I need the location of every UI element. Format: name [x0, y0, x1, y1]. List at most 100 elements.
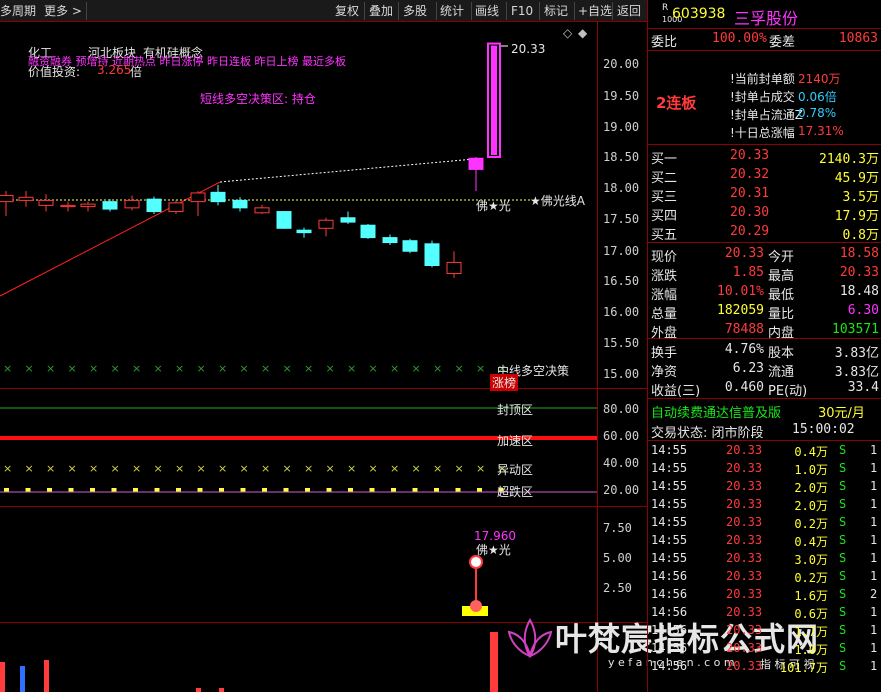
tick-price: 20.33 [726, 497, 763, 511]
candle-body [254, 207, 270, 214]
seal-row: !封单占流通Z 0.78% [648, 105, 881, 123]
oversold-dot [47, 488, 52, 492]
stock-name: 三孚股份 [734, 9, 799, 28]
toolbar-divider [506, 2, 507, 20]
axis-tick: 7.50 [603, 521, 632, 535]
candle [18, 191, 34, 207]
stat-label: 涨跌 [651, 269, 678, 284]
axis-tick: 16.00 [603, 305, 640, 319]
multi-stock-button[interactable]: 多股 [403, 2, 427, 20]
oversold-dot [283, 488, 289, 492]
tick-time: 14:56 [651, 605, 688, 619]
tick-time: 14:55 [651, 515, 688, 529]
tick-volume: 1.0万 [794, 463, 828, 477]
toolbar-divider [612, 2, 613, 20]
tick-time: 14:55 [651, 497, 688, 511]
fo-marker-label: 佛★光 [476, 199, 511, 213]
cross-marker: × [326, 362, 335, 375]
candle [38, 194, 54, 212]
tick-side: S [839, 659, 847, 673]
candle [254, 204, 270, 215]
tick-count: 1 [870, 605, 878, 619]
cross-marker: × [455, 362, 464, 375]
cross-marker: × [25, 462, 34, 475]
candle-fill [491, 45, 497, 155]
tick-price: 20.33 [726, 443, 763, 457]
fin-label: 股本 [768, 346, 795, 361]
tick-time: 14:56 [651, 569, 688, 583]
candle-body [318, 219, 334, 229]
candle [60, 201, 76, 212]
chart-diamond-icon[interactable]: ◇ [563, 26, 572, 40]
axis-tick: 19.00 [603, 120, 640, 134]
mark-button[interactable]: 标记 [544, 2, 568, 20]
candle-body [102, 201, 118, 210]
stat-value: 6.30 [847, 303, 879, 318]
cross-marker: × [111, 362, 120, 375]
value-invest-amount: 3.265 [97, 63, 132, 77]
bid-row[interactable]: 买二 20.32 45.9万 [648, 166, 881, 186]
cross-marker: × [89, 462, 98, 475]
fo-line-label: ★佛光线A [530, 194, 585, 208]
tick-side: S [839, 533, 847, 547]
divider [648, 50, 881, 51]
oversold-dot [197, 488, 203, 492]
toolbar-divider [471, 2, 472, 20]
f10-button[interactable]: F10 [511, 2, 533, 20]
draw-line-button[interactable]: 画线 [475, 2, 499, 20]
tick-count: 1 [870, 497, 878, 511]
seal-label: !十日总涨幅 [730, 126, 795, 140]
chart-settings-icon[interactable]: ◆ [578, 26, 587, 40]
oversold-dot [262, 488, 267, 492]
statistics-button[interactable]: 统计 [440, 2, 464, 20]
bid-volume: 17.9万 [834, 209, 879, 224]
tick-volume: 2.0万 [794, 499, 828, 513]
candle-body [382, 237, 398, 244]
axis-tick: 19.50 [603, 89, 640, 103]
stat-row: 现价 20.33 今开 18.58 [648, 245, 881, 265]
candle-body [190, 192, 206, 203]
tick-price: 20.33 [726, 515, 763, 529]
tick-volume: 0.6万 [794, 607, 828, 621]
stat-value: 18.58 [839, 246, 879, 261]
candle-body [446, 261, 462, 275]
back-button[interactable]: 返回 [617, 2, 641, 20]
weibi-value: 100.00% [712, 31, 767, 46]
bid-row[interactable]: 买五 20.29 0.8万 [648, 223, 881, 243]
more-button[interactable]: 更多 > [44, 2, 82, 20]
stat-row: 外盘 78488 内盘 103571 [648, 321, 881, 341]
tick-price: 20.33 [726, 569, 763, 583]
seal-label: !当前封单额 [730, 72, 795, 86]
zone-accel-label: 加速区 [497, 434, 534, 448]
ad-price: 30元/月 [818, 406, 865, 421]
restore-rights-button[interactable]: 复权 [335, 2, 359, 20]
tick-volume: 1.6万 [794, 589, 828, 603]
stat-label: 量比 [768, 307, 795, 322]
cross-marker: × [46, 362, 55, 375]
cross-marker: × [218, 362, 227, 375]
tick-row: 14:56 20.33 101.7万 S 1 [648, 658, 881, 676]
cross-marker: × [46, 462, 55, 475]
cross-marker: × [111, 462, 120, 475]
kline-chart[interactable]: × × × × × × × × × × × × × × × × × × × × × × × × × × × × × × × × × × × × × × ×… [0, 22, 597, 692]
multi-period-button[interactable]: 多周期 [0, 2, 36, 20]
fin-row: 换手 4.76% 股本 3.83亿 [648, 341, 881, 361]
ad-row[interactable]: 自动续费通达信普及版 30元/月 [648, 401, 881, 421]
bid-row[interactable]: 买四 20.30 17.9万 [648, 204, 881, 224]
bid-row[interactable]: 买一 20.33 2140.3万 [648, 147, 881, 167]
stat-label: 今开 [768, 250, 795, 265]
bid-row[interactable]: 买三 20.31 3.5万 [648, 185, 881, 205]
tick-count: 1 [870, 443, 878, 457]
add-watchlist-button[interactable]: +自选 [578, 2, 612, 20]
tick-count: 1 [870, 641, 878, 655]
tick-side: S [839, 443, 847, 457]
stat-value: 20.33 [839, 265, 879, 280]
candle [146, 196, 162, 215]
cross-marker: × [154, 362, 163, 375]
cross-marker: × [347, 362, 356, 375]
tick-row: 14:56 20.33 0.2万 S 1 [648, 568, 881, 586]
tick-side: S [839, 461, 847, 475]
stock-header[interactable]: R 1000 603938 三孚股份 [648, 3, 881, 28]
overlay-button[interactable]: 叠加 [369, 2, 393, 20]
axis-tick: 17.00 [603, 244, 640, 258]
